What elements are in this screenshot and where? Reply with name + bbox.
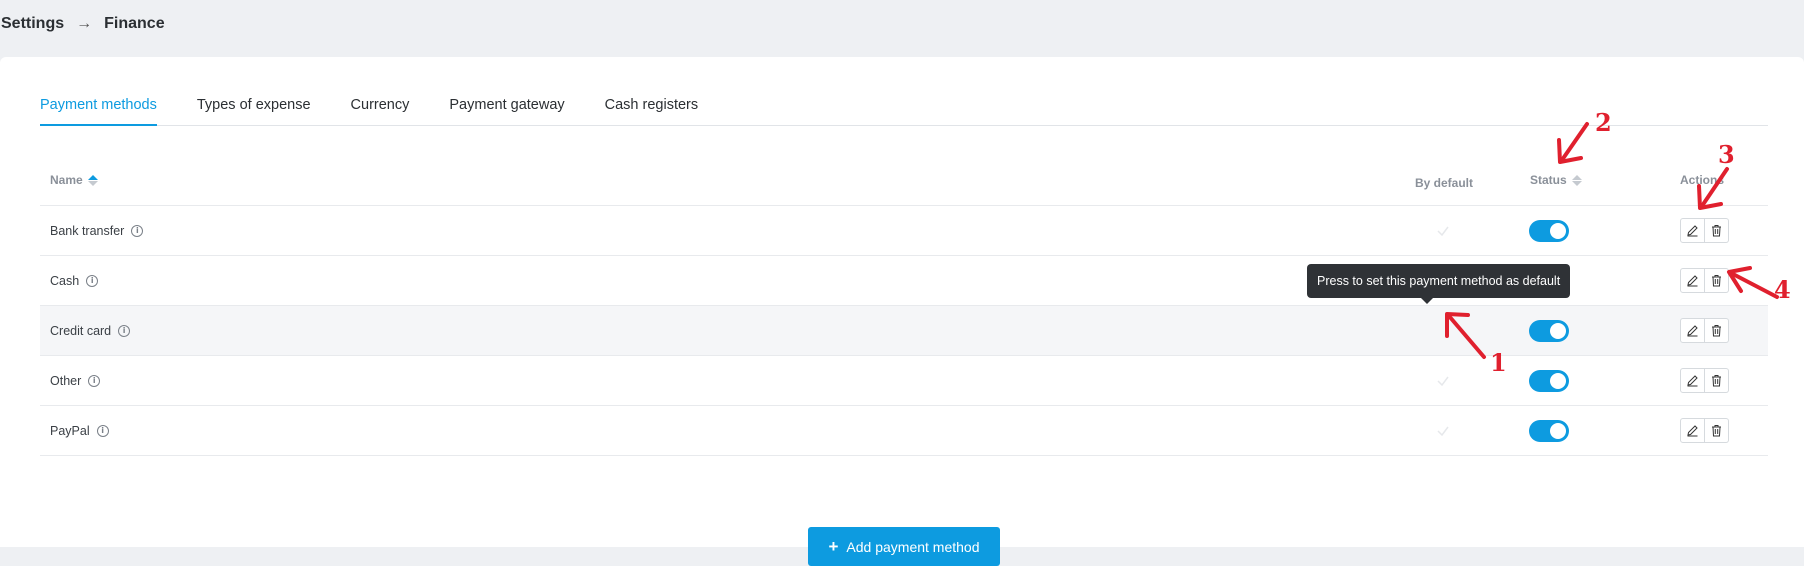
status-toggle[interactable]: [1529, 420, 1569, 442]
table-row: Bank transfer i: [40, 206, 1768, 256]
payment-method-name: PayPal: [50, 423, 90, 438]
delete-button[interactable]: [1705, 218, 1729, 243]
top-header: Settings → Finance: [0, 0, 1804, 57]
edit-button[interactable]: [1680, 368, 1705, 393]
trash-icon: [1712, 425, 1721, 437]
status-toggle[interactable]: [1529, 320, 1569, 342]
breadcrumb: Settings → Finance: [1, 15, 165, 33]
info-icon[interactable]: i: [86, 274, 99, 287]
annotation-number-1: 1: [1490, 348, 1507, 377]
table-header: Name By default Status Actions: [40, 155, 1768, 206]
sort-icon[interactable]: [1571, 174, 1582, 186]
table-row: PayPal i: [40, 406, 1768, 456]
table-row: Credit card i: [40, 306, 1768, 356]
breadcrumb-arrow-icon: →: [76, 15, 93, 32]
breadcrumb-parent[interactable]: Settings: [1, 15, 64, 33]
edit-button[interactable]: [1680, 218, 1705, 243]
row-name-cell: Credit card i: [50, 306, 131, 355]
column-name-header[interactable]: Name: [50, 173, 98, 187]
toggle-knob: [1550, 223, 1566, 239]
edit-button[interactable]: [1680, 268, 1705, 293]
column-actions-header: Actions: [1680, 173, 1724, 187]
payment-method-name: Credit card: [50, 323, 112, 338]
payment-method-name: Cash: [50, 273, 80, 288]
tab-payment-methods[interactable]: Payment methods: [40, 85, 177, 126]
delete-button[interactable]: [1705, 318, 1729, 343]
finance-panel: Payment methods Types of expense Currenc…: [0, 57, 1804, 566]
payment-methods-table: Name By default Status Actions Bank tran…: [40, 155, 1768, 456]
tab-bar: Payment methods Types of expense Currenc…: [40, 85, 1768, 126]
set-default-tooltip: Press to set this payment method as defa…: [1307, 264, 1571, 304]
pencil-icon: [1687, 325, 1698, 337]
payment-method-name: Other: [50, 373, 82, 388]
table-row: Other i: [40, 356, 1768, 406]
delete-button[interactable]: [1705, 368, 1729, 393]
status-toggle[interactable]: [1529, 370, 1569, 392]
payment-method-name: Bank transfer: [50, 223, 125, 238]
default-check-icon[interactable]: [1436, 224, 1450, 238]
trash-icon: [1712, 225, 1721, 237]
row-actions: [1680, 268, 1729, 293]
default-check-icon[interactable]: [1436, 374, 1450, 388]
row-actions: [1680, 418, 1729, 443]
row-actions: [1680, 218, 1729, 243]
row-name-cell: Bank transfer i: [50, 206, 144, 255]
annotation-number-3: 3: [1718, 140, 1735, 169]
toggle-knob: [1550, 323, 1566, 339]
edit-button[interactable]: [1680, 318, 1705, 343]
info-icon[interactable]: i: [88, 374, 101, 387]
delete-button[interactable]: [1705, 268, 1729, 293]
annotation-number-4: 4: [1774, 275, 1791, 304]
column-status-label: Status: [1530, 173, 1567, 187]
trash-icon: [1712, 325, 1721, 337]
tab-types-of-expense[interactable]: Types of expense: [177, 85, 331, 125]
info-icon[interactable]: i: [96, 424, 109, 437]
trash-icon: [1712, 375, 1721, 387]
row-actions: [1680, 318, 1729, 343]
column-by-default-header: By default: [1415, 176, 1473, 190]
delete-button[interactable]: [1705, 418, 1729, 443]
annotation-number-2: 2: [1595, 108, 1612, 137]
default-check-icon[interactable]: [1436, 424, 1450, 438]
column-actions-label: Actions: [1680, 173, 1725, 187]
pencil-icon: [1687, 425, 1698, 437]
row-name-cell: PayPal i: [50, 406, 109, 455]
pencil-icon: [1687, 375, 1698, 387]
row-name-cell: Cash i: [50, 256, 99, 305]
row-name-cell: Other i: [50, 356, 101, 405]
toggle-knob: [1550, 373, 1566, 389]
trash-icon: [1712, 275, 1721, 287]
edit-button[interactable]: [1680, 418, 1705, 443]
breadcrumb-current: Finance: [104, 15, 165, 32]
info-icon[interactable]: i: [131, 224, 144, 237]
pencil-icon: [1687, 275, 1698, 287]
column-status-header[interactable]: Status: [1530, 173, 1582, 187]
pencil-icon: [1687, 225, 1698, 237]
tab-payment-gateway[interactable]: Payment gateway: [429, 85, 584, 125]
column-name-label: Name: [50, 173, 83, 187]
tab-cash-registers[interactable]: Cash registers: [585, 85, 718, 125]
toggle-knob: [1550, 423, 1566, 439]
tab-currency[interactable]: Currency: [331, 85, 430, 125]
row-actions: [1680, 368, 1729, 393]
column-by-default-label: By default: [1415, 176, 1474, 190]
sort-asc-icon[interactable]: [87, 174, 98, 186]
status-toggle[interactable]: [1529, 220, 1569, 242]
info-icon[interactable]: i: [118, 324, 131, 337]
